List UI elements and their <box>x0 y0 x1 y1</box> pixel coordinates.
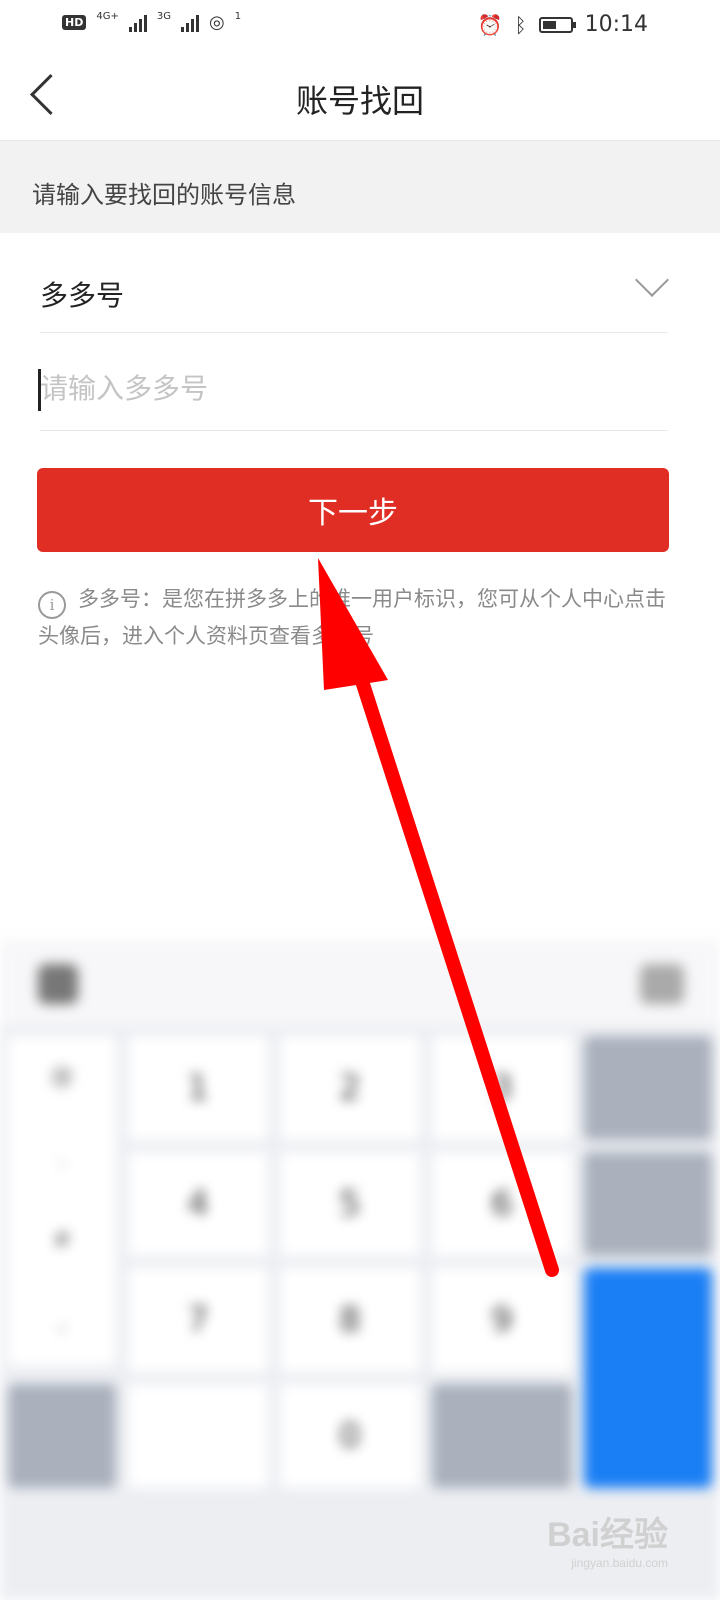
enter-key[interactable] <box>584 1268 712 1488</box>
status-bar-left: HD 4G+ 3G ◎ 1 <box>62 11 242 33</box>
key-9[interactable]: 9 <box>432 1268 572 1372</box>
signal-icon <box>128 14 147 32</box>
next-step-button[interactable]: 下一步 <box>37 468 669 552</box>
symbol-key[interactable]: . <box>8 1118 116 1200</box>
account-type-selector[interactable]: 多多号 <box>40 234 669 333</box>
clear-key[interactable] <box>584 1152 712 1256</box>
hotspot-count: 1 <box>234 11 242 22</box>
info-icon: i <box>38 591 66 619</box>
baidu-jingyan-watermark: Bai经验 jingyan.baidu.com <box>547 1507 668 1570</box>
symbol-key[interactable]: # <box>8 1200 116 1282</box>
account-id-input[interactable] <box>40 363 640 413</box>
page-title: 账号找回 <box>295 82 424 120</box>
nav-bar: 账号找回 <box>0 52 720 141</box>
account-input-row <box>38 333 668 431</box>
backspace-key[interactable] <box>584 1036 712 1140</box>
keyboard-symbol-column[interactable]: @ . # , <box>8 1036 116 1366</box>
section-header: 请输入要找回的账号信息 <box>0 141 720 233</box>
network-type-2: 3G <box>156 11 171 22</box>
section-header-text: 请输入要找回的账号信息 <box>32 181 296 209</box>
watermark-url: jingyan.baidu.com <box>571 1556 668 1570</box>
space-key[interactable] <box>128 1384 268 1488</box>
hint-text-block: i 多多号：是您在拼多多上的唯一用户标识，您可从个人中心点击头像后，进入个人资料页… <box>38 582 670 653</box>
chevron-down-icon <box>635 263 669 297</box>
network-type-1: 4G+ <box>96 11 119 22</box>
symbol-key[interactable]: , <box>8 1282 116 1364</box>
watermark-logo: Bai经验 <box>547 1516 668 1554</box>
signal-icon-2 <box>180 14 199 32</box>
key-5[interactable]: 5 <box>280 1152 420 1256</box>
hotspot-icon: ◎ <box>208 12 225 33</box>
key-0[interactable]: 0 <box>280 1384 420 1488</box>
key-7[interactable]: 7 <box>128 1268 268 1372</box>
status-bar-right: ⏰ ᛒ 10:14 <box>478 12 648 37</box>
keyboard-collapse-icon[interactable] <box>640 964 684 1004</box>
status-bar: HD 4G+ 3G ◎ 1 ⏰ ᛒ 10:14 <box>0 0 720 52</box>
hd-icon: HD <box>62 15 87 30</box>
key-3[interactable]: 3 <box>432 1036 572 1140</box>
key-6[interactable]: 6 <box>432 1152 572 1256</box>
keyboard-toolbar <box>0 940 720 1026</box>
keyboard-menu-icon[interactable] <box>38 964 78 1004</box>
key-1[interactable]: 1 <box>128 1036 268 1140</box>
abc-switch-key[interactable] <box>432 1384 572 1488</box>
key-2[interactable]: 2 <box>280 1036 420 1140</box>
clock: 10:14 <box>584 12 648 37</box>
symbols-switch-key[interactable] <box>8 1384 116 1488</box>
battery-icon <box>538 16 576 33</box>
hint-text: 多多号：是您在拼多多上的唯一用户标识，您可从个人中心点击头像后，进入个人资料页查… <box>38 587 666 648</box>
account-type-label: 多多号 <box>40 279 125 312</box>
key-8[interactable]: 8 <box>280 1268 420 1372</box>
key-4[interactable]: 4 <box>128 1152 268 1256</box>
bluetooth-icon: ᛒ <box>514 12 527 37</box>
alarm-icon: ⏰ <box>477 12 503 37</box>
symbol-key[interactable]: @ <box>8 1036 116 1118</box>
numeric-keyboard: @ . # , 1 2 3 4 5 6 7 8 9 0 <box>0 940 720 1600</box>
